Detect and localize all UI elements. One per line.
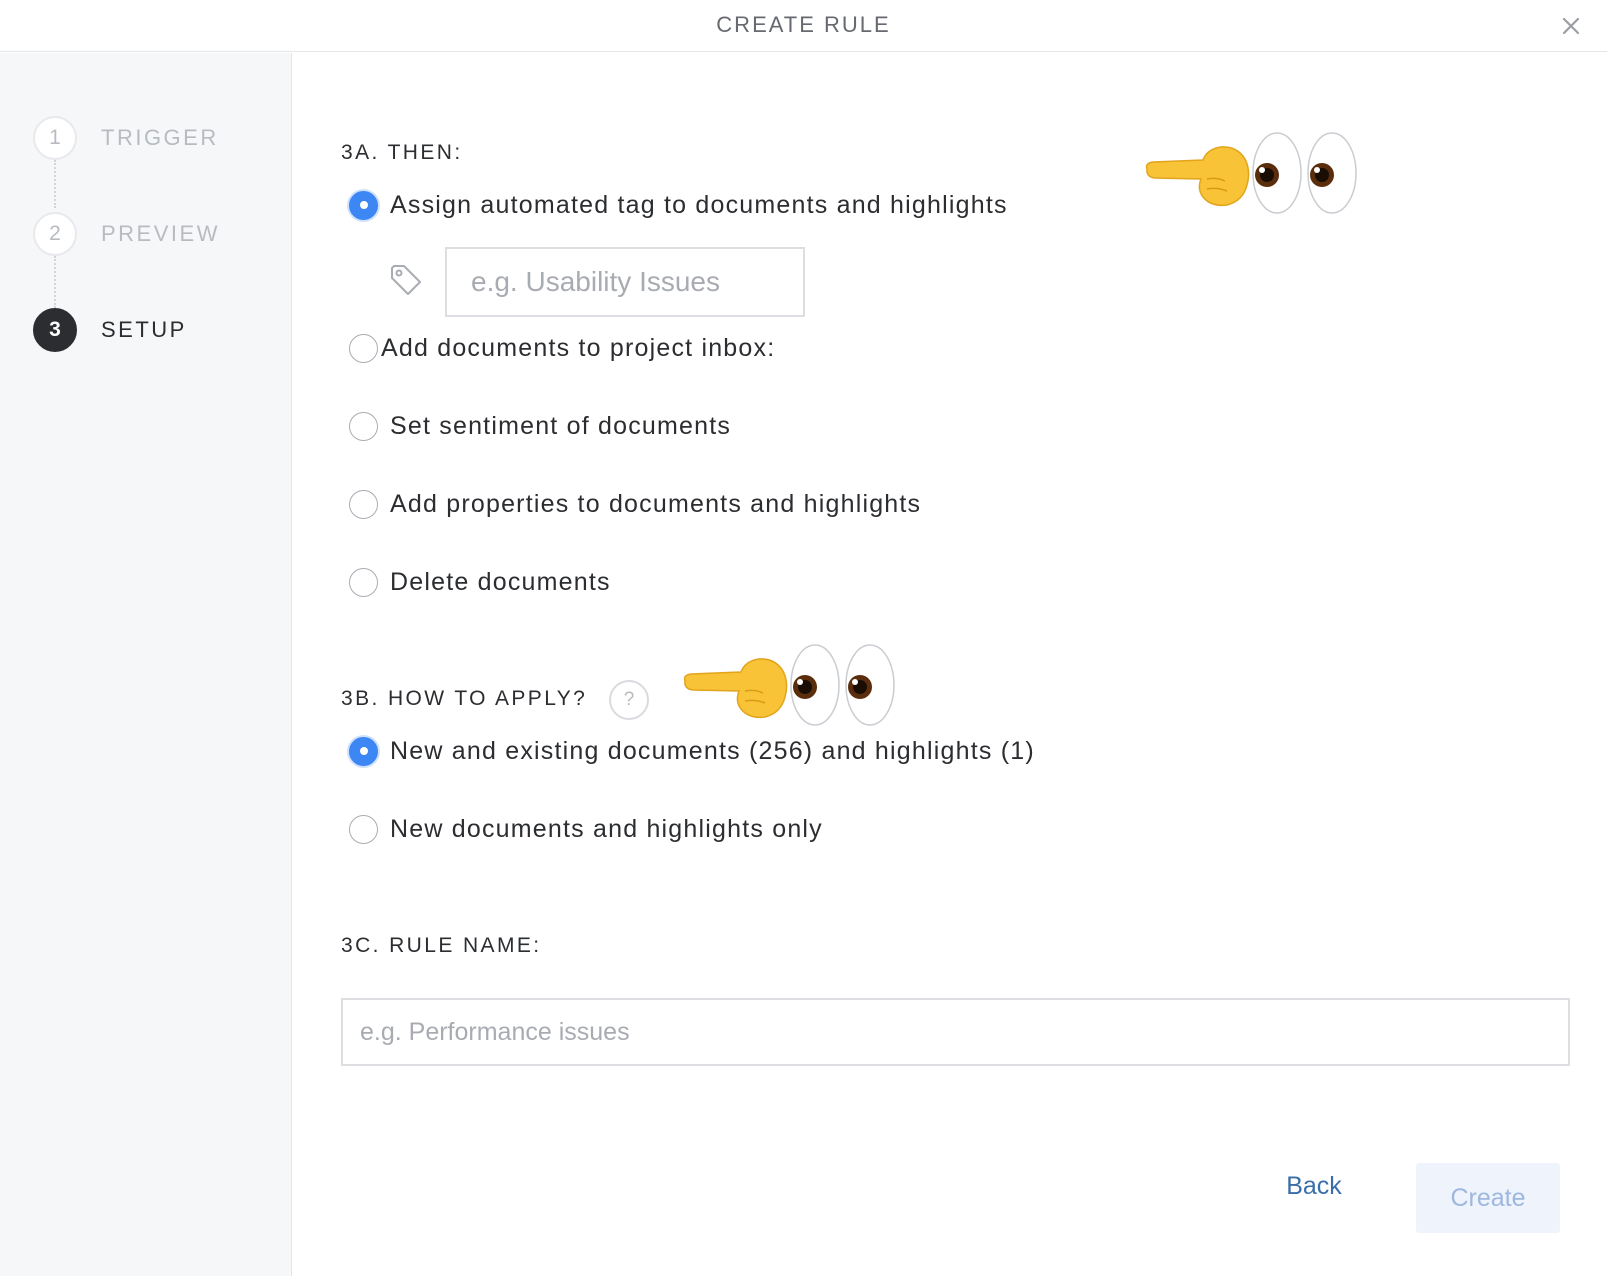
tag-icon [391,265,421,295]
option-delete-documents[interactable]: Delete documents [349,566,611,598]
automated-tag-input[interactable] [445,247,805,317]
option-set-sentiment[interactable]: Set sentiment of documents [349,410,731,442]
radio-button[interactable] [349,411,378,441]
modal-header: CREATE RULE [0,0,1607,52]
back-button[interactable]: Back [1259,1161,1369,1211]
option-add-to-inbox[interactable]: Add documents to project inbox: [349,332,775,364]
eyes-icon [790,644,895,726]
step-sidebar: 1 TRIGGER 2 PREVIEW 3 SETUP [0,53,292,1276]
section-then-title: 3A. THEN: [341,141,463,164]
pointing-eyes-annotation [1141,129,1361,224]
radio-button-checked[interactable] [349,736,378,766]
option-assign-tag[interactable]: Assign automated tag to documents and hi… [349,189,1008,221]
setup-panel: 3A. THEN: Assign automated tag to docume… [293,53,1607,1276]
step-number: 3 [33,308,77,352]
pointing-hand-icon [683,644,895,726]
rule-name-input[interactable] [341,998,1570,1066]
close-button[interactable] [1557,12,1585,40]
step-connector [54,256,56,308]
radio-button[interactable] [349,814,378,844]
close-icon [1562,17,1580,35]
help-icon[interactable]: ? [609,680,649,720]
step-number: 2 [33,212,77,256]
option-label: Add documents to project inbox: [381,333,776,362]
modal-title: CREATE RULE [716,12,891,37]
step-connector [54,160,56,208]
section-rule-name-title: 3C. RULE NAME: [341,934,542,957]
step-trigger[interactable]: 1 TRIGGER [33,116,219,160]
create-button[interactable]: Create [1416,1163,1560,1233]
option-label: New and existing documents (256) and hig… [390,736,1035,765]
step-label: TRIGGER [101,125,219,150]
step-preview[interactable]: 2 PREVIEW [33,212,220,256]
option-label: New documents and highlights only [390,814,823,843]
radio-button[interactable] [349,333,378,363]
option-label: Assign automated tag to documents and hi… [390,190,1008,219]
radio-button[interactable] [349,567,378,597]
option-label: Add properties to documents and highligh… [390,489,922,518]
option-label: Set sentiment of documents [390,411,732,440]
option-new-and-existing[interactable]: New and existing documents (256) and hig… [349,735,1035,767]
radio-button-checked[interactable] [349,190,378,220]
eyes-icon [1252,132,1357,214]
step-number: 1 [33,116,77,160]
section-apply-title: 3B. HOW TO APPLY? [341,687,588,710]
step-label: PREVIEW [101,221,220,246]
radio-button[interactable] [349,489,378,519]
pointing-hand-icon [1145,132,1357,214]
step-label: SETUP [101,317,187,342]
option-label: Delete documents [390,567,611,596]
option-add-properties[interactable]: Add properties to documents and highligh… [349,488,921,520]
pointing-eyes-annotation [679,641,899,736]
step-setup[interactable]: 3 SETUP [33,308,187,352]
option-new-only[interactable]: New documents and highlights only [349,813,823,845]
